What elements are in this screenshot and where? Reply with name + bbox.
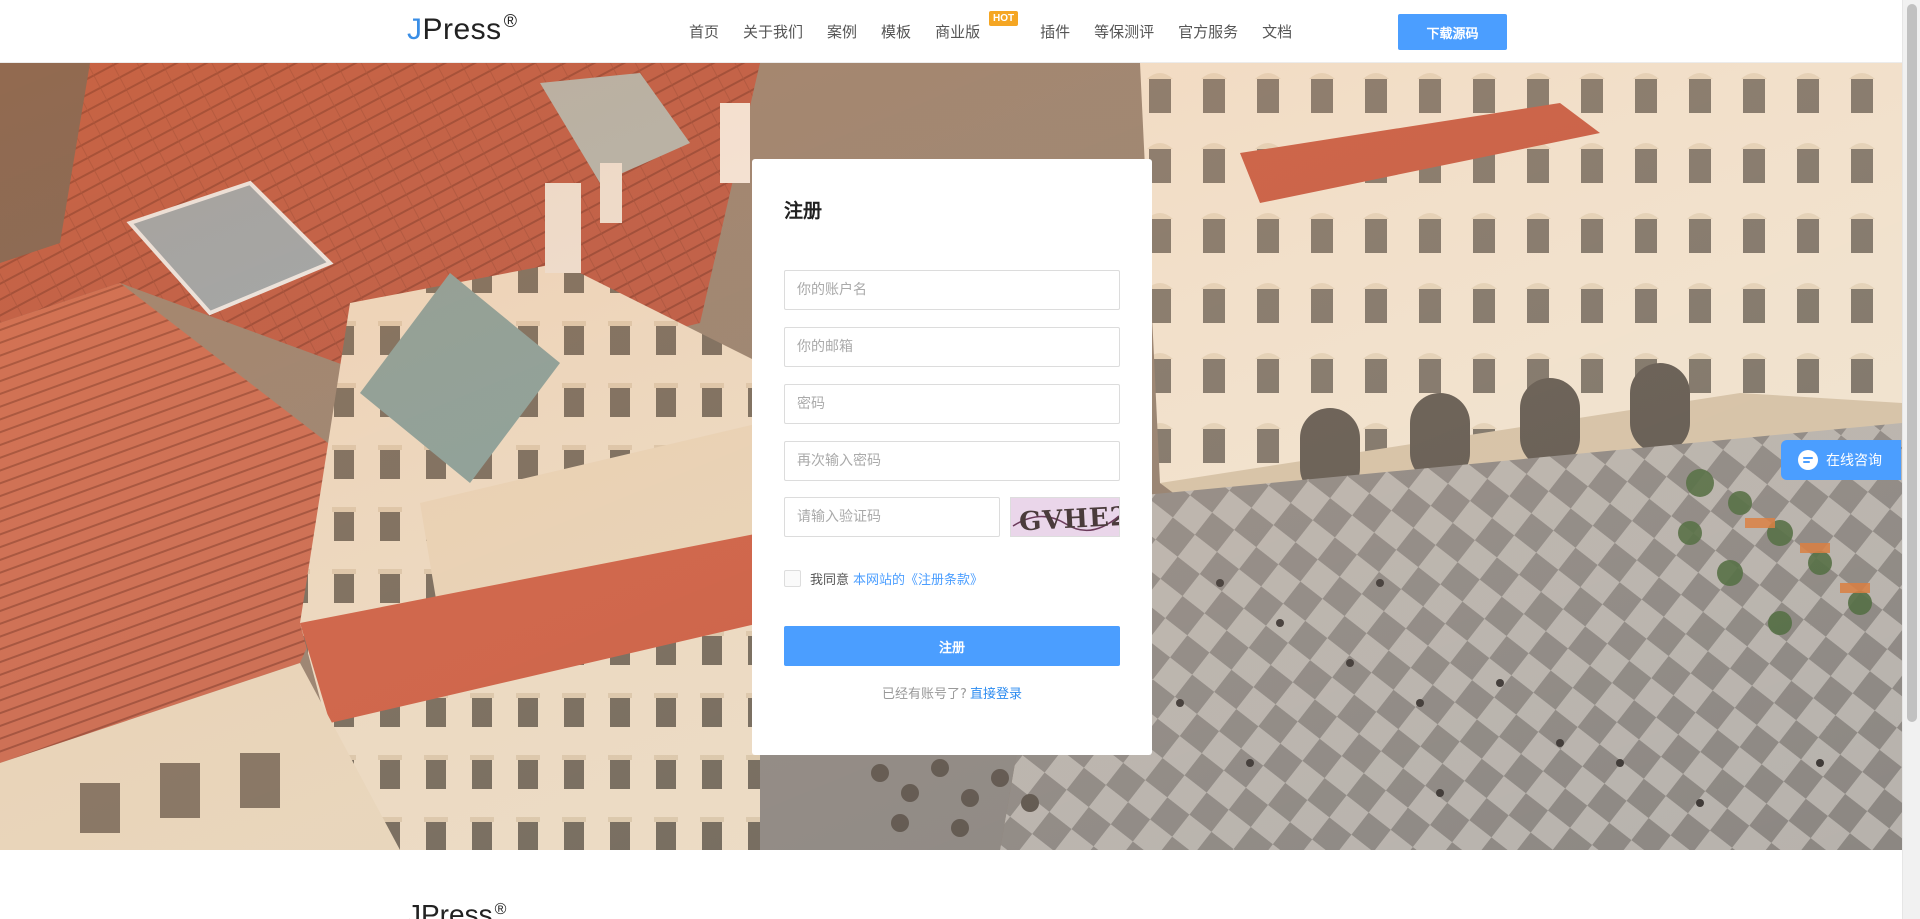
download-source-button[interactable]: 下载源码 <box>1398 14 1507 50</box>
footer-logo[interactable]: JPress ® <box>407 899 506 919</box>
email-input[interactable] <box>784 327 1120 367</box>
login-prompt-text: 已经有账号了? <box>882 687 967 702</box>
nav-item-about[interactable]: 关于我们 <box>743 21 803 42</box>
direct-login-link[interactable]: 直接登录 <box>970 687 1022 702</box>
nav-item-plugins[interactable]: 插件 <box>1040 21 1070 42</box>
nav-item-docs[interactable]: 文档 <box>1262 21 1292 42</box>
agree-label: 我同意 <box>810 573 850 588</box>
main-nav: 首页 关于我们 案例 模板 商业版 HOT 插件 等保测评 官方服务 文档 <box>689 0 1316 63</box>
nav-item-security-eval[interactable]: 等保测评 <box>1094 21 1154 42</box>
captcha-input[interactable] <box>784 497 1000 537</box>
page-scrollbar[interactable] <box>1902 0 1920 919</box>
nav-item-commercial[interactable]: 商业版 HOT <box>935 11 1019 42</box>
online-consult-label: 在线咨询 <box>1826 453 1882 469</box>
site-logo[interactable]: JPress ® <box>407 11 517 47</box>
terms-link[interactable]: 本网站的《注册条款》 <box>853 569 983 588</box>
online-consult-button[interactable]: 在线咨询 <box>1781 440 1901 480</box>
register-card: 注册 GVHE2 我同意 本网站的《注册条款》 注册 已经有账号了?直接登录 <box>752 159 1152 755</box>
register-submit-button[interactable]: 注册 <box>784 626 1120 666</box>
nav-item-templates[interactable]: 模板 <box>881 21 911 42</box>
password-input[interactable] <box>784 384 1120 424</box>
captcha-image[interactable]: GVHE2 <box>1010 497 1120 537</box>
nav-item-services[interactable]: 官方服务 <box>1178 21 1238 42</box>
nav-item-home[interactable]: 首页 <box>689 21 719 42</box>
scrollbar-thumb[interactable] <box>1907 4 1917 722</box>
confirm-password-input[interactable] <box>784 441 1120 481</box>
agree-terms-row: 我同意 本网站的《注册条款》 <box>784 569 983 588</box>
top-header: JPress ® 首页 关于我们 案例 模板 商业版 HOT 插件 等保测评 官方服… <box>0 0 1902 63</box>
login-prompt-row: 已经有账号了? 直接登录 <box>752 683 1152 702</box>
register-title: 注册 <box>784 200 823 222</box>
captcha-graphic: GVHE2 <box>1011 498 1120 537</box>
chat-bubble-icon <box>1798 450 1818 470</box>
nav-item-cases[interactable]: 案例 <box>827 21 857 42</box>
nav-item-commercial-label: 商业版 <box>935 23 981 41</box>
hot-badge: HOT <box>988 11 1019 26</box>
agree-checkbox[interactable] <box>784 570 801 587</box>
captcha-text: GVHE2 <box>1018 502 1120 537</box>
username-input[interactable] <box>784 270 1120 310</box>
